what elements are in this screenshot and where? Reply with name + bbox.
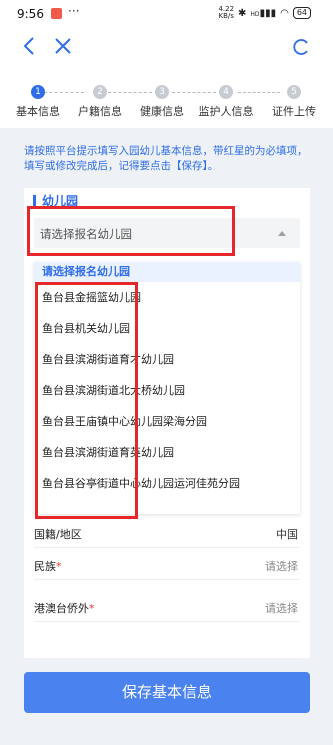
chevron-left-icon[interactable] — [22, 36, 36, 62]
dropdown-option[interactable]: 鱼台县机关幼儿园 — [34, 313, 300, 344]
overseas-row[interactable]: 港澳台侨外* 请选择 — [24, 594, 310, 622]
dropdown-option[interactable]: 鱼台县谷亭街道中心幼儿园运河佳苑分园 — [34, 468, 300, 499]
kindergarten-select-placeholder: 请选择报名幼儿园 — [40, 227, 132, 241]
status-time: 9:56 — [17, 7, 44, 21]
save-basic-info-button[interactable]: 保存基本信息 — [24, 672, 310, 713]
nationality-value: 中国 — [276, 528, 298, 541]
status-indicators: 4.22 KB/s ✱ HD▮▮▮ ◠ 64 — [218, 6, 311, 20]
step-health-info[interactable]: 3 健康信息 — [132, 85, 192, 119]
step-basic-info[interactable]: 1 基本信息 — [8, 85, 68, 119]
overseas-label: 港澳台侨外* — [34, 602, 95, 615]
kindergarten-dropdown: 请选择报名幼儿园 鱼台县金摇篮幼儿园 鱼台县机关幼儿园 鱼台县滨湖街道育才幼儿园… — [34, 262, 300, 514]
divider — [34, 547, 300, 548]
notification-icon — [51, 8, 62, 19]
refresh-icon[interactable] — [291, 37, 311, 57]
kindergarten-select[interactable]: 请选择报名幼儿园 — [34, 218, 300, 248]
status-bar: 9:56 ··· 4.22 KB/s ✱ HD▮▮▮ ◠ 64 — [0, 0, 333, 28]
dropdown-header[interactable]: 请选择报名幼儿园 — [34, 262, 300, 282]
kindergarten-section-title: 幼儿园 — [33, 195, 78, 208]
more-notifications-icon: ··· — [68, 4, 80, 18]
ethnicity-row[interactable]: 民族* 请选择 — [24, 552, 310, 580]
overseas-value: 请选择 — [265, 602, 298, 615]
header-area: 9:56 ··· 4.22 KB/s ✱ HD▮▮▮ ◠ 64 1 基本信息 2… — [0, 0, 333, 128]
progress-steps: 1 基本信息 2 户籍信息 3 健康信息 4 监护人信息 5 证件上传 — [0, 83, 333, 123]
dropdown-option[interactable]: 鱼台县王庙镇中心幼儿园梁海分园 — [34, 406, 300, 437]
required-mark: * — [89, 602, 95, 615]
signal-icon: HD▮▮▮ — [250, 7, 277, 19]
step-document-upload[interactable]: 5 证件上传 — [264, 85, 324, 119]
nationality-label: 国籍/地区 — [34, 528, 82, 541]
ethnicity-label: 民族* — [34, 560, 62, 573]
basic-info-card: 幼儿园 请选择报名幼儿园 请选择报名幼儿园 鱼台县金摇篮幼儿园 鱼台县机关幼儿园… — [24, 188, 310, 658]
dropdown-option[interactable]: 鱼台县金摇篮幼儿园 — [34, 282, 300, 313]
step-household-info[interactable]: 2 户籍信息 — [70, 85, 130, 119]
divider — [34, 579, 300, 580]
dropdown-option[interactable]: 鱼台县滨湖街道北大桥幼儿园 — [34, 375, 300, 406]
ethnicity-value: 请选择 — [265, 560, 298, 573]
step-guardian-info[interactable]: 4 监护人信息 — [196, 85, 256, 119]
close-icon[interactable] — [54, 36, 72, 62]
dropdown-option[interactable]: 鱼台县滨湖街道育英幼儿园 — [34, 437, 300, 468]
dropdown-option[interactable]: 鱼台县滨湖街道育才幼儿园 — [34, 344, 300, 375]
battery-icon: 64 — [292, 7, 311, 19]
instruction-tip: 请按照平台提示填写入园幼儿基本信息，带红星的为必填项，填写或修改完成后，记得要点… — [24, 145, 308, 172]
caret-up-icon — [278, 231, 286, 236]
nationality-row[interactable]: 国籍/地区 中国 — [24, 520, 310, 548]
bluetooth-icon: ✱ — [238, 7, 247, 19]
wifi-icon: ◠ — [280, 7, 289, 19]
divider — [34, 621, 300, 622]
required-mark: * — [56, 560, 62, 573]
network-speed: 4.22 KB/s — [218, 5, 235, 20]
